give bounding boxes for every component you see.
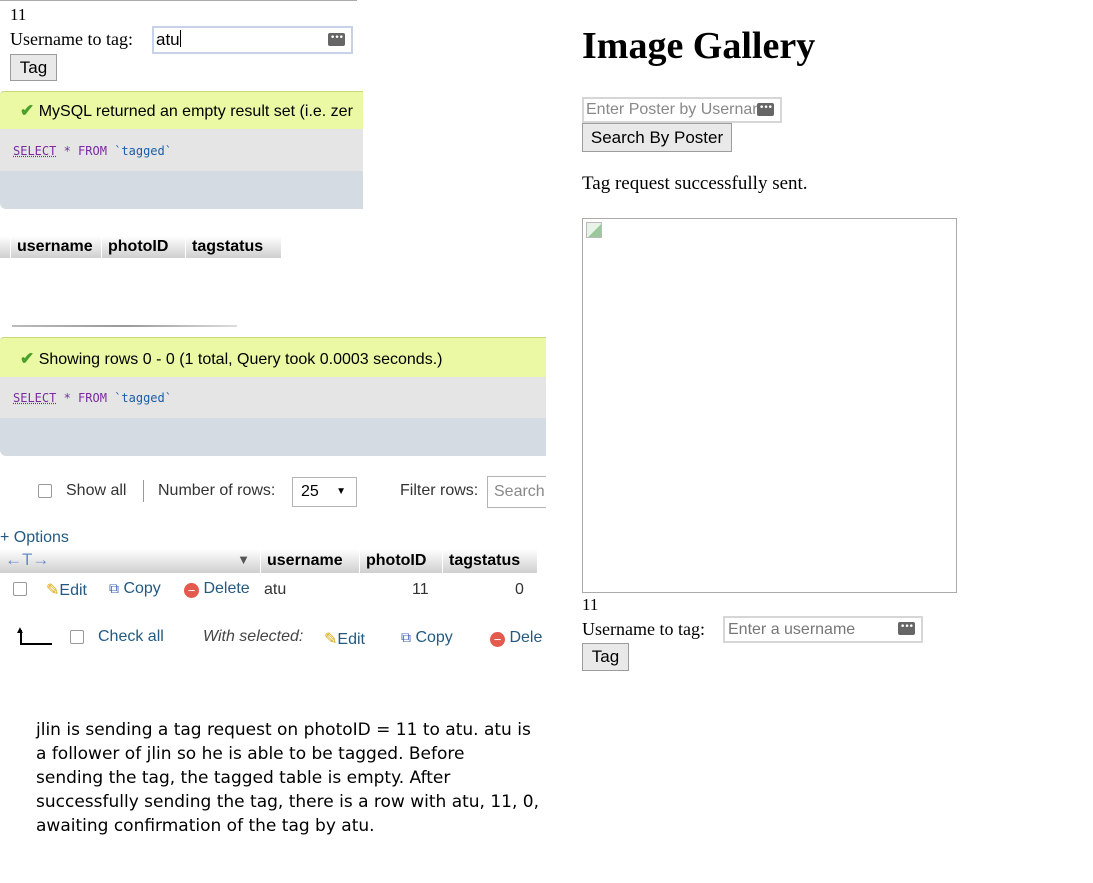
sql-select-keyword[interactable]: SELECT	[13, 144, 56, 158]
table1-header-tagstatus[interactable]: tagstatus	[186, 236, 281, 258]
table2-header: ←T→ ▼ username photoID tagstatus	[0, 549, 537, 573]
check-all-checkbox[interactable]	[70, 630, 84, 644]
top-divider	[0, 0, 357, 1]
edit-link[interactable]: ✎Edit	[46, 580, 87, 600]
sql-query-footer-2	[0, 418, 546, 456]
poster-search-input[interactable]: Enter Poster by Username •••	[582, 97, 782, 123]
rows-per-page-value: 25	[301, 483, 319, 500]
show-all-label[interactable]: Show all	[66, 482, 126, 500]
caption-line: jlin is sending a tag request on photoID…	[36, 720, 531, 740]
options-link[interactable]: + Options	[0, 529, 69, 547]
delete-icon: −	[184, 583, 199, 598]
caption-text: jlin is sending a tag request on photoID…	[36, 718, 539, 838]
bulk-arrow-icon: ▲	[15, 626, 52, 645]
username-input-value: atu	[156, 30, 180, 49]
broken-image-icon	[586, 222, 602, 238]
rows-result-text: Showing rows 0 - 0 (1 total, Query took …	[38, 351, 443, 368]
poster-search-placeholder: Enter Poster by Username	[586, 101, 775, 118]
cell-photoid[interactable]: 11	[412, 581, 429, 599]
table1-header-photoid[interactable]: photoID	[102, 236, 185, 258]
sql-table-name: `tagged`	[114, 391, 172, 405]
table2-header-tagstatus[interactable]: tagstatus	[443, 549, 537, 573]
copy-label: Copy	[123, 580, 161, 597]
table-row: ✎Edit ⧉ Copy − Delete atu 11 0	[0, 576, 541, 602]
filter-rows-label: Filter rows:	[400, 482, 479, 499]
keypass-icon: •••	[898, 622, 915, 635]
sql-from-keyword: * FROM	[63, 391, 107, 405]
tag-button[interactable]: Tag	[10, 54, 57, 81]
table1-header-username[interactable]: username	[11, 236, 101, 258]
photo-id-text: 11	[10, 5, 27, 24]
caption-line: awaiting confirmation of the tag by atu.	[36, 816, 375, 836]
show-all-checkbox[interactable]	[38, 484, 52, 498]
cell-tagstatus[interactable]: 0	[515, 581, 524, 599]
number-of-rows-label: Number of rows:	[158, 482, 276, 499]
delete-link[interactable]: − Delete	[184, 580, 250, 598]
gallery-image[interactable]	[582, 218, 957, 593]
dropdown-arrow-icon: ▼	[336, 486, 346, 497]
caption-line: sending the tag, the tagged table is emp…	[36, 768, 451, 788]
search-by-poster-button[interactable]: Search By Poster	[582, 123, 732, 152]
caption-line: successfully sending the tag, there is a…	[36, 792, 540, 812]
filter-rows-input[interactable]: Search	[487, 476, 546, 508]
cell-username[interactable]: atu	[264, 581, 286, 599]
bulk-edit-link[interactable]: ✎Edit	[324, 629, 365, 649]
bulk-copy-link[interactable]: ⧉ Copy	[401, 629, 453, 647]
rows-per-page-select[interactable]: 25 ▼	[292, 477, 357, 507]
caption-line: a follower of jlin so he is able to be t…	[36, 744, 465, 764]
nav-divider	[143, 480, 144, 502]
rows-result-message: ✔ Showing rows 0 - 0 (1 total, Query too…	[0, 337, 546, 377]
checkmark-icon: ✔	[20, 349, 35, 368]
empty-result-message: ✔ MySQL returned an empty result set (i.…	[0, 91, 363, 129]
username-label: Username to tag:	[582, 619, 705, 639]
copy-icon: ⧉	[109, 580, 119, 596]
pencil-icon: ✎	[46, 582, 60, 599]
text-cursor	[179, 30, 181, 47]
empty-result-text: MySQL returned an empty result set (i.e.…	[38, 103, 353, 120]
check-all-label[interactable]: Check all	[98, 628, 164, 646]
copy-icon: ⧉	[401, 629, 411, 645]
table2-header-username[interactable]: username	[261, 549, 359, 573]
sql-query-box-2: SELECT * FROM `tagged`	[0, 377, 546, 418]
tag-button[interactable]: Tag	[582, 643, 629, 671]
sort-arrow-icon[interactable]: ▼	[237, 549, 250, 571]
sql-query-footer	[0, 171, 363, 209]
delete-icon: −	[490, 632, 505, 647]
sql-query-box: SELECT * FROM `tagged`	[0, 129, 363, 171]
sql-table-name: `tagged`	[114, 144, 172, 158]
bulk-edit-label: Edit	[337, 631, 365, 648]
username-input-placeholder: Enter a username	[728, 621, 856, 638]
delete-label: Delete	[203, 580, 250, 597]
page-title: Image Gallery	[582, 25, 816, 67]
with-selected-label: With selected:	[203, 628, 304, 645]
keypass-icon: •••	[328, 33, 345, 46]
table1-header: username photoID tagstatus	[0, 236, 281, 258]
table2-header-actions: ←T→ ▼	[0, 549, 260, 573]
row-checkbox[interactable]	[13, 582, 27, 596]
keypass-icon: •••	[757, 103, 774, 116]
edit-label: Edit	[59, 582, 87, 599]
status-message: Tag request successfully sent.	[582, 173, 808, 194]
username-label: Username to tag:	[10, 29, 133, 49]
username-input[interactable]: atu •••	[152, 26, 353, 54]
filter-rows-placeholder: Search	[494, 483, 545, 500]
bulk-copy-label: Copy	[415, 629, 453, 646]
username-input[interactable]: Enter a username •••	[723, 616, 923, 643]
table2-header-photoid[interactable]: photoID	[360, 549, 442, 573]
pencil-icon: ✎	[324, 631, 338, 648]
bulk-delete-link[interactable]: − Dele	[490, 629, 542, 647]
separator-line	[12, 325, 237, 327]
sql-from-keyword: * FROM	[63, 144, 107, 158]
checkmark-icon: ✔	[20, 101, 35, 120]
photo-id-text: 11	[582, 595, 599, 614]
column-resize-arrows-icon[interactable]: ←T→	[5, 549, 49, 571]
sql-select-keyword[interactable]: SELECT	[13, 391, 56, 405]
table1-header-spacer	[0, 236, 10, 258]
copy-link[interactable]: ⧉ Copy	[109, 580, 161, 598]
bulk-delete-label: Dele	[509, 629, 543, 646]
